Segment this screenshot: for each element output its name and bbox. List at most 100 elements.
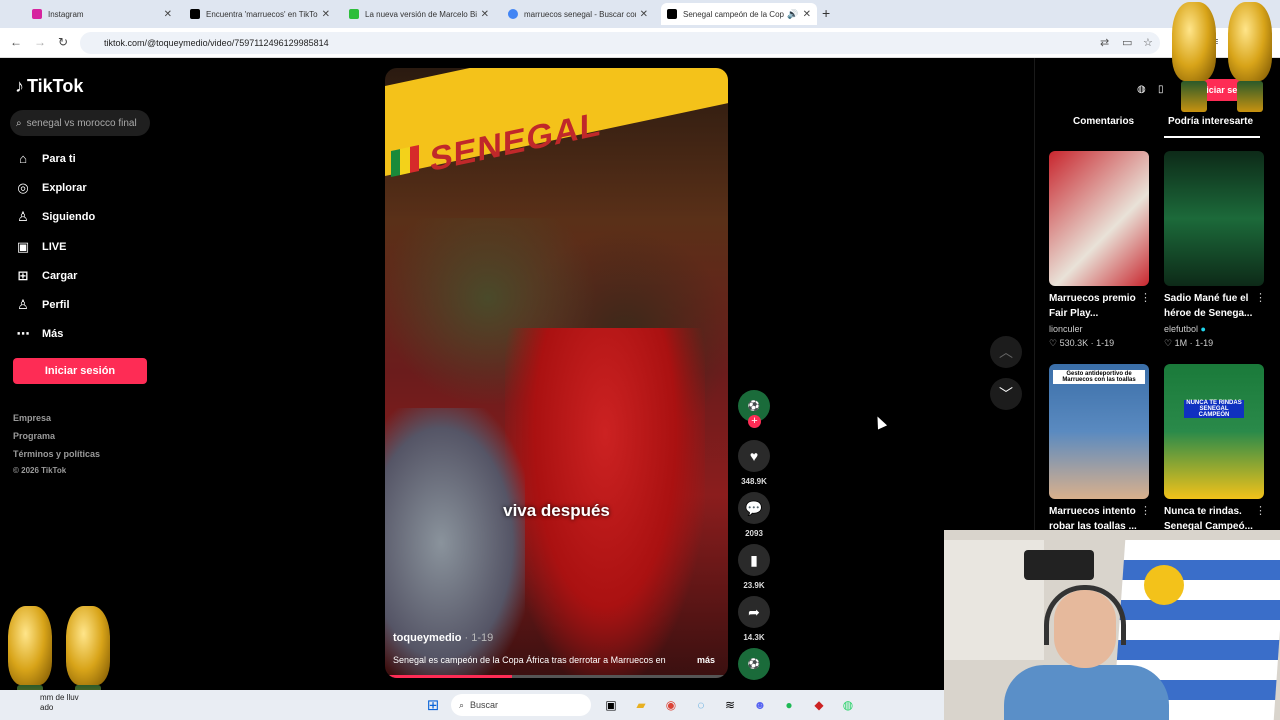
back-icon[interactable]: ← [10,35,22,49]
edge-icon[interactable]: ◌ [692,696,710,714]
expand-icon[interactable]: ◍ [1137,84,1146,95]
new-tab-icon[interactable]: + [822,5,830,21]
tiktok-note-icon: ♪ [15,76,24,96]
reload-icon[interactable]: ↻ [58,35,68,49]
app-icon[interactable]: ◆ [810,696,828,714]
nav-para-ti[interactable]: ⌂ Para ti [15,151,76,166]
app-icon[interactable]: ≋ [721,696,739,714]
like-button[interactable]: ♥ [738,440,770,472]
following-icon: ♙ [17,209,29,224]
chrome-icon[interactable]: ◉ [662,696,680,714]
close-icon[interactable]: ✕ [481,9,489,20]
video-date: · 1-19 [464,632,494,644]
device-icon[interactable]: ▯ [1158,84,1164,95]
card-menu-icon[interactable]: ⋮ [1255,504,1266,517]
tab-title: Encuentra 'marruecos' en TikTo [206,9,318,19]
cast-icon[interactable]: ▭ [1122,36,1132,49]
footer-empresa[interactable]: Empresa [13,413,51,423]
url-field[interactable]: tiktok.com/@toqueymedio/video/7597112496… [80,32,1160,54]
microphone [1024,550,1094,580]
close-icon[interactable]: ✕ [640,9,648,20]
close-icon[interactable]: ✕ [164,9,172,20]
browser-tab-tiktok-search[interactable]: Encuentra 'marruecos' en TikTo ✕ [184,3,336,25]
whatsapp-icon[interactable]: ◍ [839,696,857,714]
save-button[interactable]: ▮ [738,544,770,576]
recommended-thumbnail[interactable] [1049,151,1149,286]
recommended-title[interactable]: Marruecos premio Fair Play... [1049,291,1145,321]
discord-icon[interactable]: ☻ [751,696,769,714]
recommended-author[interactable]: lionculer [1049,324,1083,334]
spotify-icon[interactable]: ● [780,696,798,714]
bookmark-star-icon[interactable]: ☆ [1143,36,1153,49]
recommended-stats: ♡ 530.3K · 1-19 [1049,338,1115,348]
nav-live[interactable]: ▣ LIVE [15,239,67,255]
more-link[interactable]: más [697,655,715,665]
nav-mas[interactable]: ⋯ Más [15,326,64,342]
tab-podria-interesarte[interactable]: Podría interesarte [1168,116,1253,127]
footer-copyright: © 2026 TikTok [13,466,67,475]
senegal-flag [391,145,419,177]
tab-comentarios[interactable]: Comentarios [1073,116,1134,127]
video-progress[interactable] [385,675,728,678]
taskbar-search-text: Buscar [470,700,499,710]
speaker-icon[interactable]: 🔊 [787,9,798,20]
nav-explorar[interactable]: ◎ Explorar [15,180,86,196]
taskbar-search[interactable]: ⌕ Buscar [451,694,591,716]
tab-title: Senegal campeón de la Cop [683,9,784,19]
active-tab-indicator [1164,136,1260,138]
login-button[interactable]: Iniciar sesión [13,358,147,384]
mouse-cursor [872,414,888,430]
recommended-thumbnail[interactable]: NUNCA TE RINDAS SENEGAL CAMPEÓN [1164,364,1264,499]
search-input[interactable]: ⌕ senegal vs morocco final [10,110,150,136]
forward-icon[interactable]: → [34,35,46,49]
browser-tab-marcelo[interactable]: La nueva versión de Marcelo Bi ✕ [343,3,495,25]
browser-tab-google[interactable]: marruecos senegal - Buscar con ✕ [502,3,654,25]
webcam-overlay [944,530,1280,720]
comment-button[interactable]: 💬 [738,492,770,524]
browser-tab-instagram[interactable]: Instagram ✕ [26,3,178,25]
video-description: Senegal es campeón de la Copa África tra… [393,655,666,665]
nav-label: Más [42,328,64,340]
person-body [1004,665,1169,720]
windows-start-icon[interactable]: ⊞ [424,696,442,714]
footer-terminos[interactable]: Términos y políticas [13,449,100,459]
close-icon[interactable]: ✕ [803,9,811,20]
close-icon[interactable]: ✕ [322,9,330,20]
author-name[interactable]: toqueymedio [393,632,461,644]
nav-cargar[interactable]: ⊞ Cargar [15,268,78,284]
browser-tab-active[interactable]: Senegal campeón de la Cop 🔊 ✕ [661,3,817,25]
logo-text: TikTok [27,76,84,96]
card-menu-icon[interactable]: ⋮ [1140,291,1151,304]
video-player[interactable]: SENEGAL viva después toqueymedio · 1-19 … [385,68,728,678]
recommended-thumbnail[interactable]: Gesto antideportivo de Marruecos con las… [1049,364,1149,499]
share-count: 14.3K [743,633,765,642]
card-menu-icon[interactable]: ⋮ [1140,504,1151,517]
live-icon: ▣ [16,239,30,254]
share-button[interactable]: ➦ [738,596,770,628]
address-bar-row: ← → ↻ tiktok.com/@toqueymedio/video/7597… [0,28,1280,58]
card-menu-icon[interactable]: ⋮ [1255,291,1266,304]
more-icon: ⋯ [16,326,30,341]
file-explorer-icon[interactable]: ▰ [632,696,650,714]
progress-fill [385,675,512,678]
video-author[interactable]: toqueymedio · 1-19 [393,632,493,644]
translate-icon[interactable]: ⇄ [1100,36,1109,49]
weather-widget[interactable]: mm de lluv ado [40,693,79,713]
recommended-title[interactable]: Sadio Mané fue el héroe de Senega... [1164,291,1260,321]
search-text: senegal vs morocco final [26,117,137,129]
nav-perfil[interactable]: ♙ Perfil [15,297,69,313]
tiktok-logo[interactable]: ♪ TikTok [15,76,83,97]
share-icon: ➦ [748,603,760,620]
recommended-author[interactable]: elefutbol ● [1164,324,1206,334]
recommended-thumbnail[interactable] [1164,151,1264,286]
google-icon [508,9,518,19]
footer-programa[interactable]: Programa [13,431,55,441]
sound-avatar[interactable]: ⚽ [738,648,770,680]
previous-video-button[interactable]: ︿ [990,336,1022,368]
nav-siguiendo[interactable]: ♙ Siguiendo [15,209,95,225]
like-count: 348.9K [741,477,767,486]
follow-plus-icon[interactable]: + [748,415,761,428]
next-video-button[interactable]: ﹀ [990,378,1022,410]
tab-title: La nueva versión de Marcelo Bi [365,9,477,19]
task-view-icon[interactable]: ▣ [602,696,620,714]
